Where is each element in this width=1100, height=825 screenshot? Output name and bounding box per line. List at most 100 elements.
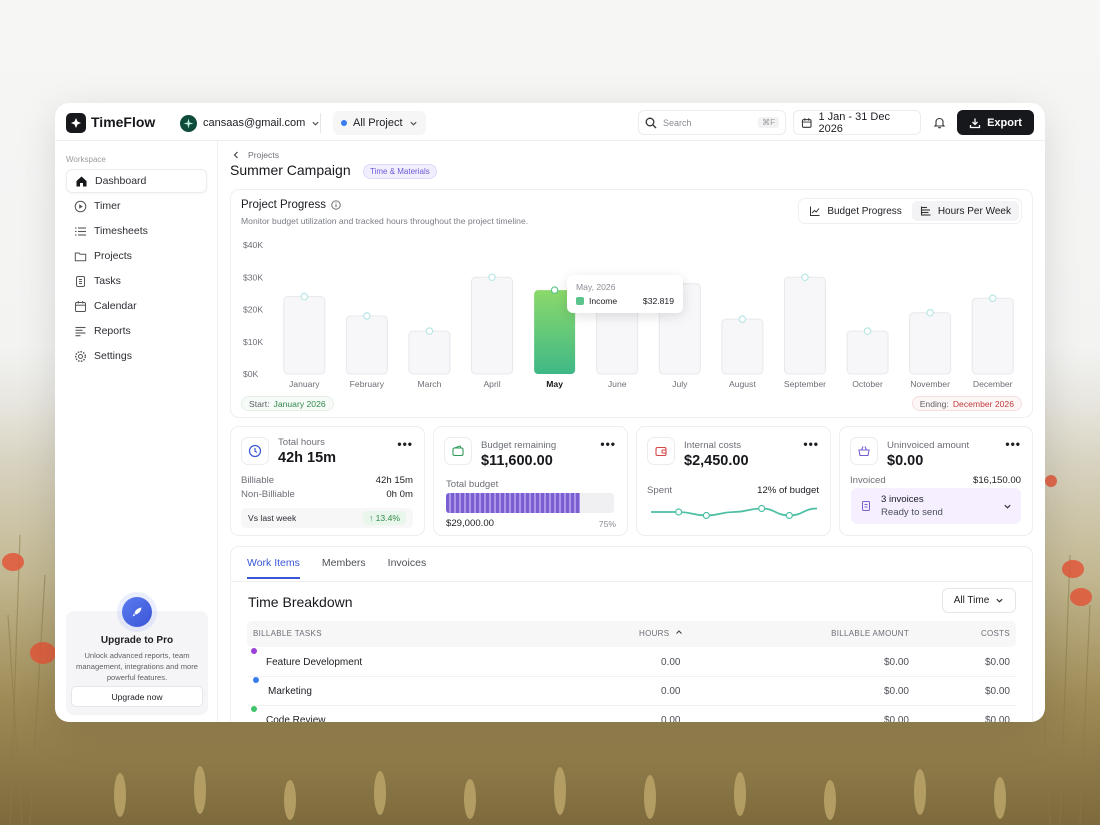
- internal-costs-card: Internal costs $2,450.00 ••• Spent 12% o…: [636, 426, 831, 536]
- sidebar-item-reports[interactable]: Reports: [66, 319, 207, 343]
- invoices-ready-dropdown[interactable]: 3 invoices Ready to send: [851, 488, 1021, 524]
- tooltip-legend-swatch: [576, 297, 584, 305]
- tab-work-items[interactable]: Work Items: [247, 557, 300, 579]
- sidebar-item-dashboard[interactable]: Dashboard: [66, 169, 207, 193]
- avatar: [180, 114, 197, 132]
- date-range-label: 1 Jan - 31 Dec 2026: [818, 110, 890, 135]
- col-billable-tasks[interactable]: BILLABLE TASKS: [253, 621, 322, 647]
- y-tick-label: $40K: [243, 240, 263, 250]
- task-name: Marketing: [268, 686, 312, 697]
- invoiced-value: $16,150.00: [972, 475, 1021, 486]
- search-shortcut: ⌘F: [758, 117, 779, 128]
- task-icon: [76, 275, 85, 287]
- more-options-icon[interactable]: •••: [803, 437, 819, 451]
- chevron-down-icon: [1004, 504, 1011, 509]
- col-billable-amount[interactable]: BILLABLE AMOUNT: [831, 621, 909, 647]
- breadcrumb[interactable]: Projects: [232, 150, 279, 160]
- more-options-icon[interactable]: •••: [1005, 437, 1021, 451]
- timeflow-logo-icon[interactable]: [66, 113, 86, 133]
- notification-bell-icon[interactable]: [929, 112, 949, 132]
- time-range-dropdown[interactable]: All Time: [942, 588, 1016, 613]
- account-switcher[interactable]: cansaas@gmail.com: [180, 112, 320, 134]
- change-badge: ↑ 13.4%: [362, 511, 406, 525]
- chart-tooltip: May, 2026 Income $32.819: [567, 275, 683, 313]
- workspace-section-label: Workspace: [66, 155, 106, 164]
- bar-marker: [300, 292, 309, 301]
- task-cost: $0.00: [984, 715, 1010, 722]
- x-tick-label: November: [910, 379, 950, 389]
- project-color-dot: [341, 120, 347, 126]
- promo-title: Upgrade to Pro: [100, 635, 174, 646]
- total-hours-value: 42h 15m: [278, 450, 337, 466]
- col-costs[interactable]: COSTS: [981, 621, 1010, 647]
- invoiced-label: Invoiced: [850, 475, 886, 486]
- invoice-icon: [862, 501, 870, 511]
- wallet-card-icon: [647, 437, 675, 465]
- sidebar-item-calendar[interactable]: Calendar: [66, 294, 207, 318]
- page-title: Summer Campaign: [230, 162, 351, 178]
- tooltip-title: May, 2026: [576, 282, 616, 292]
- y-tick-label: $10K: [243, 337, 263, 347]
- sidebar-item-timer[interactable]: Timer: [66, 194, 207, 218]
- budget-remaining-label: Budget remaining: [481, 440, 557, 451]
- bar-september: [783, 276, 826, 375]
- nonbillable-row: Non-Billiable 0h 0m: [241, 489, 413, 500]
- bar-march: [408, 330, 451, 375]
- sidebar-item-label: Calendar: [94, 300, 137, 312]
- tab-invoices[interactable]: Invoices: [388, 557, 427, 579]
- search-input[interactable]: Search ⌘F: [638, 110, 786, 135]
- sidebar-item-tasks[interactable]: Tasks: [66, 269, 207, 293]
- work-tabs: Work Items Members Invoices: [247, 557, 426, 579]
- chevron-down-icon: [409, 121, 417, 126]
- spent-label: Spent: [647, 485, 673, 496]
- x-tick-label: October: [852, 379, 883, 389]
- chevron-left-icon[interactable]: [232, 151, 240, 159]
- rocket-icon: [122, 597, 152, 627]
- table-row[interactable]: Feature Development 0.00 $0.00 $0.00: [247, 648, 1016, 677]
- tooltip-label: Income: [589, 296, 618, 306]
- start-label: Start:: [249, 398, 270, 409]
- start-date-pill: Start: January 2026: [241, 396, 334, 411]
- chevron-down-icon: [312, 121, 319, 126]
- bar-october: [846, 330, 889, 375]
- sidebar-item-settings[interactable]: Settings: [66, 344, 207, 368]
- task-amount: $0.00: [883, 715, 909, 722]
- divider: [231, 581, 1032, 582]
- time-range-label: All Time: [953, 595, 990, 606]
- total-hours-card: Total hours 42h 15m ••• Billiable 42h 15…: [230, 426, 425, 536]
- sidebar-item-timesheets[interactable]: Timesheets: [66, 219, 207, 243]
- task-amount: $0.00: [883, 686, 909, 697]
- home-icon: [76, 176, 87, 186]
- tooltip-value: $32.819: [642, 296, 674, 306]
- spent-row: Spent 12% of budget: [647, 485, 819, 496]
- more-options-icon[interactable]: •••: [600, 437, 616, 451]
- invoices-status: Ready to send: [881, 507, 943, 518]
- table-row[interactable]: Code Review 0.00 $0.00 $0.00: [247, 706, 1016, 722]
- bar-april: [471, 276, 514, 375]
- gear-icon: [74, 350, 87, 362]
- sidebar-item-label: Tasks: [94, 275, 121, 287]
- bar-marker: [550, 286, 559, 294]
- billing-type-badge: Time & Materials: [363, 164, 437, 179]
- change-value: 13.4%: [375, 513, 400, 523]
- x-tick-label: May: [546, 379, 563, 389]
- total-hours-label: Total hours: [278, 437, 325, 448]
- col-hours[interactable]: HOURS: [639, 621, 683, 647]
- billable-value: 42h 15m: [375, 475, 413, 486]
- date-range-picker[interactable]: 1 Jan - 31 Dec 2026: [793, 110, 921, 135]
- project-filter-dropdown[interactable]: All Project: [333, 111, 426, 135]
- x-tick-label: February: [350, 379, 385, 389]
- tab-members[interactable]: Members: [322, 557, 366, 579]
- breadcrumb-projects-link[interactable]: Projects: [248, 150, 279, 160]
- invoices-count: 3 invoices: [881, 494, 924, 505]
- sidebar-item-projects[interactable]: Projects: [66, 244, 207, 268]
- project-progress-card: Project Progress Monitor budget utilizat…: [230, 189, 1033, 418]
- poppy-flower: [1062, 560, 1084, 578]
- more-options-icon[interactable]: •••: [397, 437, 413, 451]
- export-button[interactable]: Export: [957, 110, 1034, 135]
- calendar-icon: [75, 300, 86, 312]
- start-value: January 2026: [273, 398, 326, 409]
- uninvoiced-value: $0.00: [887, 453, 924, 469]
- table-row[interactable]: Marketing 0.00 $0.00 $0.00: [247, 677, 1016, 706]
- upgrade-now-button[interactable]: Upgrade now: [71, 686, 203, 707]
